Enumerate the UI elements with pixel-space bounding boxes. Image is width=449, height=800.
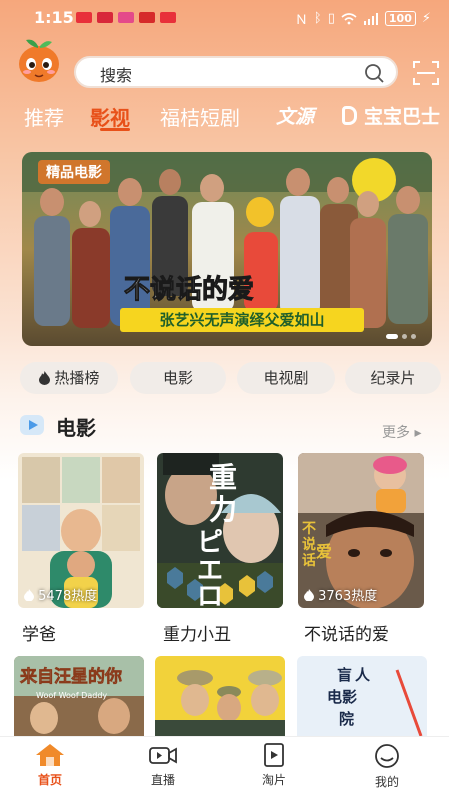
scan-icon[interactable] [412, 60, 440, 86]
notification-icon [139, 12, 155, 23]
nav-live[interactable]: 直播 [123, 737, 203, 800]
carousel-dot [411, 334, 416, 339]
notification-icon [76, 12, 92, 23]
nav-label: 直播 [150, 773, 175, 787]
babybus-logo-icon [342, 106, 357, 125]
notification-icon [160, 12, 176, 23]
play-section-icon [20, 415, 44, 435]
svg-text:话: 话 [302, 552, 316, 569]
movie-card[interactable]: 来自汪星的你 Woof Woof Daddy [14, 656, 144, 736]
svg-text:不: 不 [302, 521, 316, 537]
movie-title[interactable]: 不说话的爱 [304, 620, 389, 645]
movie-title[interactable]: 重力小丑 [163, 620, 231, 645]
tab-short-drama[interactable]: 福桔短剧 [160, 102, 240, 131]
heat-count: 5478热度 [24, 585, 97, 604]
active-tab-indicator [100, 128, 130, 131]
svg-text:力: 力 [209, 493, 237, 526]
heat-label: 5478热度 [38, 589, 98, 604]
more-link[interactable]: 更多 ▸ [382, 422, 421, 442]
nav-profile[interactable]: 我的 [347, 737, 427, 800]
tab-babybus[interactable]: 宝宝巴士 [364, 102, 440, 129]
signal-icon [363, 12, 378, 25]
heat-label: 3763热度 [318, 589, 378, 604]
poster-image: 盲 人 电影 院 [297, 656, 427, 736]
heat-count: 3763热度 [304, 585, 377, 604]
banner-tag: 精品电影 [38, 160, 110, 184]
chip-tv-series[interactable]: 电视剧 [237, 362, 335, 394]
chip-movie[interactable]: 电影 [130, 362, 226, 394]
flame-icon [24, 589, 34, 602]
search-input[interactable]: 搜索 [74, 56, 398, 88]
tab-recommend[interactable]: 推荐 [24, 102, 64, 131]
nav-label: 我的 [374, 775, 399, 789]
more-label: 更多 [382, 425, 410, 441]
svg-text:院: 院 [339, 710, 354, 728]
poster-image: 来自汪星的你 Woof Woof Daddy [14, 656, 144, 736]
notification-icon [97, 12, 113, 23]
nav-browse[interactable]: 淘片 [234, 737, 314, 800]
nav-label: 淘片 [261, 773, 286, 787]
movie-card[interactable] [155, 656, 285, 736]
film-icon [264, 743, 284, 767]
movie-card[interactable]: 不 说 话 爱 3763热度 [298, 453, 424, 608]
carousel-indicator [386, 334, 416, 339]
section-title: 电影 [56, 416, 96, 440]
movie-title[interactable]: 学爸 [22, 620, 56, 645]
banner-subtitle: 张艺兴无声演绎父爱如山 [120, 308, 364, 332]
app-logo-icon[interactable] [16, 36, 62, 84]
svg-text:盲: 盲 [337, 666, 352, 684]
video-icon [149, 747, 177, 764]
nav-home[interactable]: 首页 [10, 737, 90, 800]
svg-text:说: 说 [302, 536, 316, 553]
search-icon[interactable] [364, 63, 384, 83]
carousel-dot [402, 334, 407, 339]
chip-hot-list[interactable]: 热播榜 [20, 362, 118, 394]
banner-title: 不说话的爱 [124, 274, 254, 305]
svg-text:爱: 爱 [316, 542, 332, 561]
bluetooth-icon: ᛒ [313, 11, 322, 26]
battery-level: 100 [384, 11, 416, 26]
svg-text:ピ: ピ [197, 528, 223, 558]
svg-text:重: 重 [209, 461, 237, 494]
status-bar: 1:15 Ｎ ᛒ ▯ 100 ⚡ [0, 0, 449, 34]
home-icon [36, 744, 64, 766]
search-placeholder: 搜索 [100, 66, 133, 85]
poster-overlay-text: 来自汪星的你 [19, 666, 122, 687]
nav-label: 首页 [37, 773, 62, 787]
banner-title-art: 不说话的爱 [124, 274, 255, 306]
tab-film-tv[interactable]: 影视 [90, 102, 130, 131]
movie-card[interactable]: 5478热度 [18, 453, 144, 608]
notification-icon [118, 12, 134, 23]
poster-image [155, 656, 285, 736]
svg-text:人: 人 [355, 666, 371, 684]
chip-label: 热播榜 [54, 369, 100, 387]
flame-icon [304, 589, 314, 602]
chip-documentary[interactable]: 纪录片 [345, 362, 441, 394]
movie-card[interactable]: 重 力 ピ エ ロ [157, 453, 283, 608]
svg-text:ロ: ロ [197, 582, 223, 608]
poster-image: 重 力 ピ エ ロ [157, 453, 283, 608]
flame-icon [38, 371, 50, 385]
vibrate-icon: ▯ [327, 11, 335, 26]
charging-icon: ⚡ [421, 11, 431, 26]
poster-subtitle-text: Woof Woof Daddy [36, 691, 107, 700]
nfc-icon: Ｎ [294, 13, 308, 28]
bottom-nav: 首页 直播 淘片 我的 [0, 736, 449, 800]
tab-wenyuan[interactable]: 文源 [276, 102, 314, 129]
profile-icon [375, 744, 399, 768]
status-time: 1:15 [34, 8, 74, 27]
status-indicators: Ｎ ᛒ ▯ 100 ⚡ [295, 9, 431, 28]
carousel-dot [386, 334, 398, 339]
wifi-icon [341, 12, 357, 24]
movie-card[interactable]: 盲 人 电影 院 [297, 656, 427, 736]
svg-text:电影: 电影 [327, 688, 357, 706]
